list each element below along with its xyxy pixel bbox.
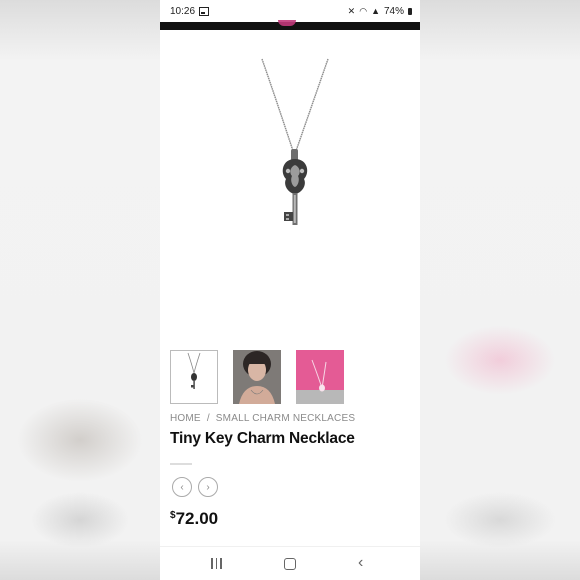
site-header-band bbox=[160, 20, 420, 30]
site-logo[interactable] bbox=[278, 20, 296, 26]
title-divider bbox=[170, 463, 192, 465]
home-icon[interactable] bbox=[284, 558, 296, 570]
product-price: $72.00 bbox=[170, 509, 218, 529]
product-main-image[interactable] bbox=[220, 55, 360, 235]
previous-product-button[interactable]: ‹ bbox=[172, 477, 192, 497]
mute-icon: ✕ bbox=[347, 5, 356, 16]
signal-icon: ▲ bbox=[371, 6, 380, 16]
packaging-thumbnail-image bbox=[296, 350, 344, 404]
price-amount: 72.00 bbox=[175, 509, 219, 528]
battery-icon bbox=[408, 7, 412, 15]
chevron-right-icon: › bbox=[206, 481, 210, 493]
thumbnail-strip bbox=[170, 350, 344, 404]
product-navigation: ‹ › bbox=[172, 477, 218, 497]
status-bar: 10:26 ✕ ◠ ▲ 74% bbox=[160, 0, 420, 22]
battery-percent: 74% bbox=[383, 5, 404, 17]
breadcrumb-separator: / bbox=[206, 413, 210, 424]
phone-screen: 10:26 ✕ ◠ ▲ 74% HOME / SMALL CHARM NECKL… bbox=[160, 0, 420, 580]
back-icon[interactable]: ‹ bbox=[358, 554, 363, 572]
wifi-icon: ◠ bbox=[359, 5, 368, 16]
model-thumbnail-image bbox=[233, 350, 281, 404]
product-title: Tiny Key Charm Necklace bbox=[170, 430, 355, 447]
breadcrumb: HOME / SMALL CHARM NECKLACES bbox=[170, 413, 355, 424]
thumbnail-model[interactable] bbox=[233, 350, 281, 404]
status-time: 10:26 bbox=[170, 5, 196, 17]
price-currency: $ bbox=[170, 510, 176, 521]
android-nav-bar: ‹ bbox=[160, 546, 420, 580]
recents-icon[interactable] bbox=[211, 558, 222, 569]
necklace-thumbnail-image bbox=[187, 352, 201, 389]
breadcrumb-home[interactable]: HOME bbox=[170, 413, 201, 424]
thumbnail-packaging[interactable] bbox=[296, 350, 344, 404]
gallery-icon bbox=[199, 6, 210, 16]
thumbnail-necklace[interactable] bbox=[170, 350, 218, 404]
next-product-button[interactable]: › bbox=[198, 477, 218, 497]
breadcrumb-category[interactable]: SMALL CHARM NECKLACES bbox=[216, 413, 355, 424]
chevron-left-icon: ‹ bbox=[180, 481, 184, 493]
